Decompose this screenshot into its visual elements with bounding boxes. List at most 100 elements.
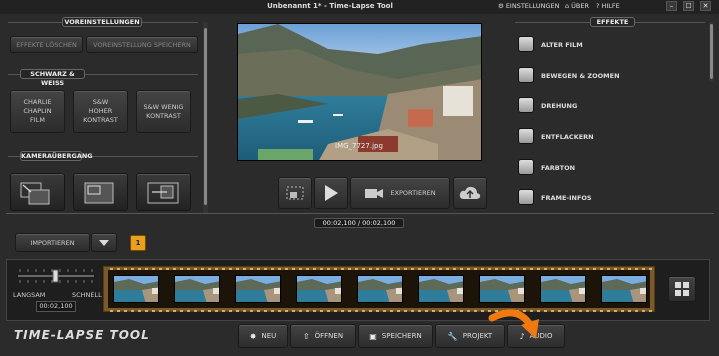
open-button[interactable]: ⇧ ÖFFNEN [290, 324, 356, 348]
film-frame-thumbnail[interactable] [540, 275, 586, 303]
image-filename: IMG_7727.jpg [335, 142, 383, 150]
effect-checkbox[interactable] [518, 36, 534, 52]
scrollbar-thumb[interactable] [710, 24, 713, 79]
sprocket-hole [215, 309, 218, 312]
sprocket-hole [467, 267, 470, 270]
sprocket-hole [383, 309, 386, 312]
film-frame-thumbnail[interactable] [296, 275, 342, 303]
window-title: Unbenannt 1* - Time-Lapse Tool [267, 2, 393, 10]
film-frame-thumbnail[interactable] [601, 275, 647, 303]
left-panel-scrollbar[interactable] [203, 22, 208, 214]
sprocket-hole [551, 309, 554, 312]
sprocket-hole [446, 267, 449, 270]
about-link[interactable]: ⌂ ÜBER [565, 2, 589, 10]
video-camera-icon [365, 189, 384, 198]
close-button[interactable]: ✕ [700, 1, 711, 11]
sprocket-hole [579, 267, 582, 270]
sprocket-hole [194, 267, 197, 270]
minimize-button[interactable]: – [666, 1, 677, 11]
effect-label: FRAME-INFOS [541, 194, 592, 202]
sprocket-hole [187, 267, 190, 270]
sprocket-hole [215, 267, 218, 270]
help-label: HILFE [601, 2, 620, 10]
sprocket-hole [201, 309, 204, 312]
sprocket-hole [439, 309, 442, 312]
save-preset-button[interactable]: VOREINSTELLUNG SPEICHERN [86, 36, 198, 53]
film-frame-thumbnail[interactable] [418, 275, 464, 303]
effects-scrollbar[interactable] [709, 22, 714, 82]
bw-charlie-chaplin-button[interactable]: CHARLIE CHAPLIN FILM [10, 90, 65, 133]
sprocket-hole [180, 267, 183, 270]
sprocket-hole [229, 267, 232, 270]
upload-button[interactable] [453, 177, 487, 209]
sprocket-hole [390, 267, 393, 270]
export-button[interactable]: EXPORTIEREN [350, 177, 450, 209]
help-link[interactable]: ? HILFE [596, 2, 620, 10]
sprocket-hole [320, 267, 323, 270]
sprocket-hole [607, 267, 610, 270]
film-frame-thumbnail[interactable] [113, 275, 159, 303]
play-button[interactable] [314, 177, 348, 209]
sprocket-hole [600, 267, 603, 270]
effect-checkbox[interactable] [518, 159, 534, 175]
sprocket-hole [243, 309, 246, 312]
sprocket-hole [642, 309, 645, 312]
sprocket-hole [635, 267, 638, 270]
bw-low-contrast-button[interactable]: S&W WENIG KONTRAST [136, 90, 191, 133]
sprocket-hole [236, 309, 239, 312]
sprocket-hole [306, 267, 309, 270]
sprocket-hole [467, 309, 470, 312]
sprocket-hole [313, 267, 316, 270]
sprocket-hole [327, 267, 330, 270]
speed-slow-label: LANGSAM [13, 291, 46, 299]
maximize-button[interactable]: ☐ [683, 1, 694, 11]
import-button[interactable]: IMPORTIEREN [15, 233, 90, 252]
sprocket-hole [187, 309, 190, 312]
speed-slider[interactable] [16, 266, 96, 286]
sprocket-hole [369, 267, 372, 270]
transition-pan-button[interactable] [136, 173, 191, 211]
save-button[interactable]: ▣ SPEICHERN [358, 324, 433, 348]
sprocket-hole [621, 267, 624, 270]
grid-view-button[interactable] [668, 276, 696, 302]
sprocket-hole [593, 309, 596, 312]
bw-high-contrast-button[interactable]: S&W HOHER KONTRAST [73, 90, 128, 133]
effect-checkbox[interactable] [518, 128, 534, 144]
effect-checkbox[interactable] [518, 67, 534, 83]
frame-select-button[interactable] [278, 177, 312, 209]
import-dropdown-button[interactable] [91, 233, 117, 252]
zoom-in-transition-icon [84, 182, 114, 204]
scrollbar-thumb[interactable] [204, 28, 207, 205]
new-button[interactable]: ✸ NEU [238, 324, 288, 348]
sprocket-hole [376, 309, 379, 312]
sprocket-hole [194, 309, 197, 312]
sprocket-hole [404, 309, 407, 312]
sprocket-hole [131, 267, 134, 270]
sprocket-hole [208, 309, 211, 312]
film-frame-thumbnail[interactable] [357, 275, 403, 303]
btn-line: CHAPLIN [23, 107, 52, 115]
film-frame-thumbnail[interactable] [235, 275, 281, 303]
sprocket-hole [173, 309, 176, 312]
sprocket-hole [250, 267, 253, 270]
sprocket-hole [222, 309, 225, 312]
transition-zoom-in-button[interactable] [73, 173, 128, 211]
upload-arrow-icon: ⇧ [302, 331, 310, 341]
speed-value-field[interactable]: 00:02,100 [36, 301, 76, 312]
open-label: ÖFFNEN [314, 332, 344, 340]
sprocket-hole [369, 309, 372, 312]
effect-checkbox[interactable] [518, 189, 534, 205]
sprocket-hole [635, 309, 638, 312]
delete-effects-button[interactable]: EFFEKTE LÖSCHEN [10, 36, 83, 53]
sprocket-hole [341, 267, 344, 270]
sprocket-hole [334, 309, 337, 312]
effect-checkbox[interactable] [518, 97, 534, 113]
sprocket-hole [397, 309, 400, 312]
new-label: NEU [261, 332, 277, 340]
transition-zoom-out-button[interactable] [10, 173, 65, 211]
film-frame-thumbnail[interactable] [174, 275, 220, 303]
film-frame-thumbnail[interactable] [479, 275, 525, 303]
sprocket-hole [327, 309, 330, 312]
new-icon: ✸ [249, 331, 257, 341]
settings-link[interactable]: ⚙ EINSTELLUNGEN [498, 2, 559, 10]
